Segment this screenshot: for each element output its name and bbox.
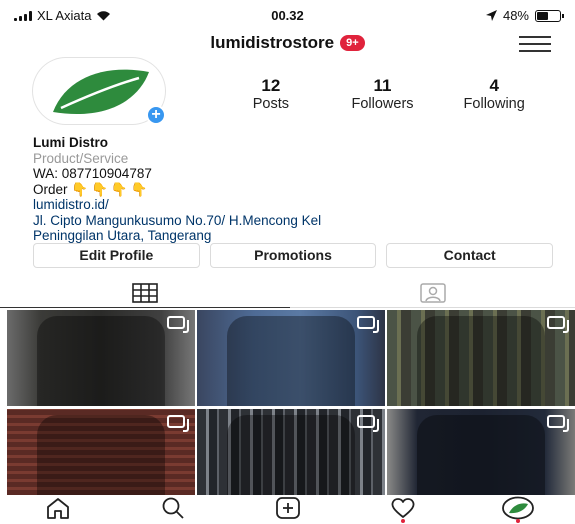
profile-stats: 12 Posts 11 Followers 4 Following [215,76,550,112]
followers-stat[interactable]: 11 Followers [327,76,439,112]
battery-icon [535,9,564,22]
bottom-nav [0,492,575,524]
post-thumbnail[interactable] [387,310,575,406]
profile-dot [515,519,520,523]
profile-actions: Edit Profile Promotions Contact [33,243,554,268]
bio-whatsapp: WA: 087710904787 [33,166,152,181]
jacket-photo [227,415,355,495]
jacket-photo [417,415,545,495]
search-icon [162,497,184,519]
multiple-photos-icon [167,316,189,333]
bio-order-line: Order 👇👇👇👇 [33,181,151,197]
post-thumbnail[interactable] [7,310,195,406]
multiple-photos-icon [547,316,569,333]
posts-stat[interactable]: 12 Posts [215,76,327,112]
location-arrow-icon [485,10,497,21]
multiple-photos-icon [357,316,379,333]
tab-tagged[interactable] [290,278,575,308]
post-thumbnail[interactable] [7,409,195,495]
nav-profile[interactable] [460,492,575,524]
multiple-photos-icon [547,415,569,432]
nav-activity[interactable] [345,492,460,524]
nav-search[interactable] [115,492,230,524]
profile-name: Lumi Distro [33,135,109,150]
battery-percent: 48% [502,8,529,23]
hamburger-menu-icon[interactable] [519,36,551,52]
photo-grid [7,310,575,495]
jacket-photo [37,316,165,406]
tagged-photos-icon [419,282,446,303]
multiple-photos-icon [357,415,379,432]
jacket-photo [227,316,355,406]
account-notification-badge: 9+ [340,35,365,51]
activity-heart-icon [391,498,414,518]
post-thumbnail[interactable] [197,310,385,406]
profile-bio: Lumi Distro Product/Service WA: 08771090… [33,135,553,244]
post-thumbnail[interactable] [197,409,385,495]
nav-add-post[interactable] [230,492,345,524]
profile-avatar-icon [501,496,534,520]
pointing-hand-icon: 👇👇👇👇 [71,181,151,197]
add-post-icon [275,497,300,519]
grid-icon [132,282,158,303]
tab-grid[interactable] [0,278,290,308]
status-right: 48% [485,8,564,23]
address-line-2[interactable]: Peninggilan Utara, Tangerang [33,228,553,244]
nav-home[interactable] [0,492,115,524]
contact-button[interactable]: Contact [386,243,554,268]
activity-dot [400,519,405,523]
address-line-1[interactable]: Jl. Cipto Mangunkusumo No.70/ H.Mencong … [33,213,553,229]
promotions-button[interactable]: Promotions [209,243,377,268]
post-thumbnail[interactable] [387,409,575,495]
following-stat[interactable]: 4 Following [438,76,550,112]
profile-tabs [0,278,575,308]
status-bar: XL Axiata 00.32 48% [0,0,575,30]
website-link[interactable]: lumidistro.id/ [33,197,553,213]
add-story-button[interactable]: + [146,105,166,125]
jacket-photo [417,316,545,406]
profile-header: lumidistrostore 9+ [0,28,575,58]
home-icon [46,498,69,519]
username-title[interactable]: lumidistrostore 9+ [0,33,575,53]
multiple-photos-icon [167,415,189,432]
profile-category: Product/Service [33,150,129,166]
jacket-photo [37,415,165,495]
edit-profile-button[interactable]: Edit Profile [33,243,200,268]
